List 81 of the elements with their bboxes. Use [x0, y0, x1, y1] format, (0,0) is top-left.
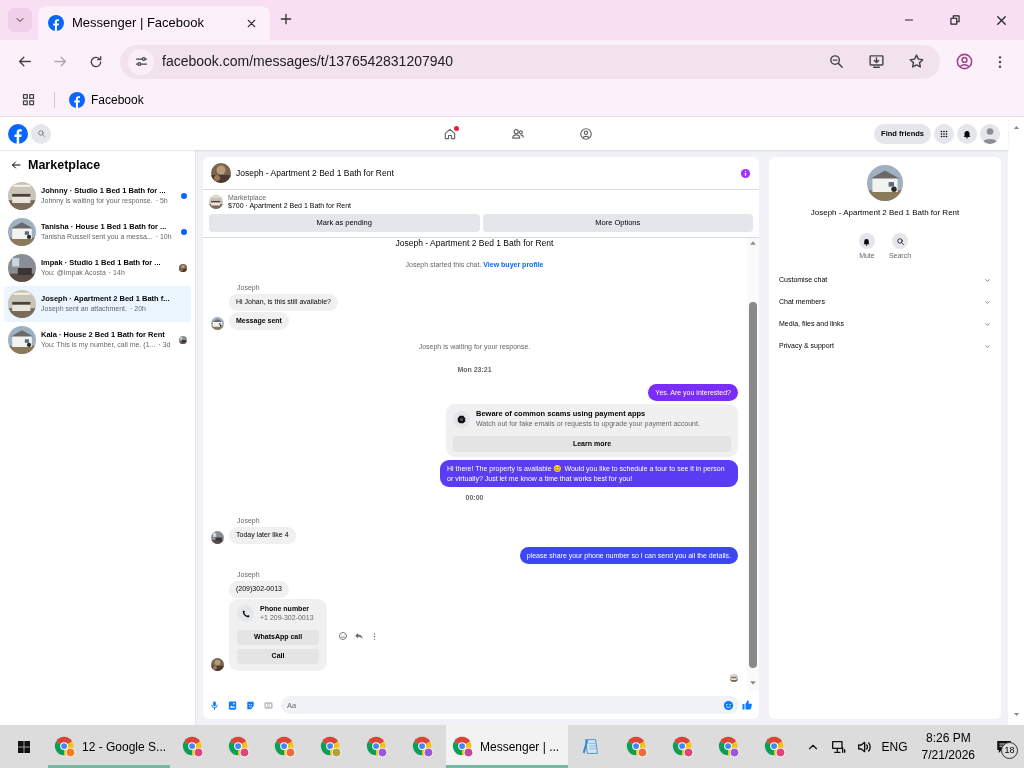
scroll-down-arrow[interactable]: [1011, 710, 1021, 719]
browser-icon: [274, 735, 296, 758]
reply-button[interactable]: [354, 631, 364, 641]
phone-icon: [240, 608, 251, 619]
notification-count: 18: [1001, 742, 1018, 759]
image-icon: [227, 699, 238, 711]
triangle-down-icon: [1011, 710, 1021, 719]
back-button[interactable]: [10, 159, 22, 172]
restore-icon: [948, 13, 962, 27]
facebook-icon: [48, 15, 64, 31]
zoom-out-icon: [827, 53, 845, 70]
menu-button[interactable]: [934, 123, 954, 144]
thumbs-up-icon: [741, 699, 753, 711]
app-label: Messenger | ...: [480, 738, 560, 756]
bell-icon: [862, 236, 872, 246]
sliders-icon: [133, 54, 149, 69]
star-icon: [907, 53, 925, 70]
facebook-logo-icon: [8, 123, 28, 144]
sticker-icon: [245, 699, 256, 711]
reload-icon: [88, 53, 104, 70]
react-button[interactable]: [338, 631, 348, 641]
tab-search-button[interactable]: [8, 8, 32, 32]
browser-icon: [718, 735, 740, 758]
apps-icon: [20, 92, 36, 107]
groups-icon: [578, 126, 593, 141]
triangle-up-icon: [1011, 123, 1021, 132]
browser-icon: [412, 735, 434, 758]
browser-icon: [626, 735, 648, 758]
clock-date: 7/21/2026: [921, 746, 975, 763]
browser-icon: [320, 735, 342, 758]
clock-time: 8:26 PM: [925, 730, 971, 747]
like-button[interactable]: [741, 699, 753, 711]
home-icon: [442, 126, 457, 141]
facebook-icon: [69, 91, 85, 108]
back-arrow-icon: [10, 159, 22, 172]
notifications-button[interactable]: 18: [984, 725, 1024, 768]
reply-icon: [354, 631, 364, 641]
tab-title: Messenger | Facebook: [72, 14, 205, 33]
gif-icon: [263, 699, 274, 711]
browser-icon: [228, 735, 250, 758]
listing-heading: Joseph - Apartment 2 Bed 1 Bath for Rent: [394, 238, 555, 249]
site-info-button[interactable]: [128, 48, 154, 75]
emoji-icon: [338, 631, 348, 641]
browser-icon: [366, 735, 388, 758]
browser-icon: [672, 735, 694, 758]
friends-icon: [510, 126, 525, 141]
search-icon: [36, 129, 46, 138]
chat-title: Joseph - Apartment 2 Bed 1 Bath for Rent: [236, 166, 395, 180]
windows-icon: [16, 738, 32, 755]
sidebar-title: Marketplace: [28, 157, 101, 174]
taskbar-app[interactable]: Messenger | ...: [446, 725, 568, 768]
browser-icon: [182, 735, 204, 758]
network-icon: [829, 738, 846, 755]
taskbar-app[interactable]: 12 - Google S...: [48, 725, 170, 768]
gif-button[interactable]: [263, 699, 274, 711]
clock[interactable]: 8:26 PM 7/21/2026: [912, 730, 984, 763]
shield-icon: [456, 414, 467, 426]
notifications-button[interactable]: [957, 123, 977, 144]
grid-icon: [939, 128, 949, 139]
browser-icon: [54, 735, 76, 758]
bookmark[interactable]: Facebook: [65, 88, 148, 111]
scroll-up-arrow[interactable]: [1011, 123, 1021, 132]
voice-button[interactable]: [209, 699, 220, 711]
browser-tab[interactable]: Messenger | Facebook: [38, 6, 270, 40]
language-indicator[interactable]: ENG: [876, 725, 913, 768]
microphone-icon: [209, 699, 220, 711]
scrollbar-thumb[interactable]: [749, 302, 757, 669]
search-button[interactable]: [31, 123, 51, 144]
bell-icon: [962, 128, 972, 139]
browser-icon: [764, 735, 786, 758]
url-text: facebook.com/messages/t/1376542831207940: [162, 52, 455, 71]
info-icon: [740, 167, 751, 179]
profile-icon: [954, 52, 974, 71]
sticker-button[interactable]: [245, 699, 256, 711]
info-button[interactable]: [740, 167, 751, 179]
search-icon: [895, 236, 905, 246]
browser-icon: [452, 735, 474, 758]
photo-button[interactable]: [227, 699, 238, 711]
app-label: 12 - Google S...: [82, 738, 167, 756]
panel-title: Joseph - Apartment 2 Bed 1 Bath for Rent: [809, 207, 961, 219]
install-icon: [867, 53, 885, 70]
